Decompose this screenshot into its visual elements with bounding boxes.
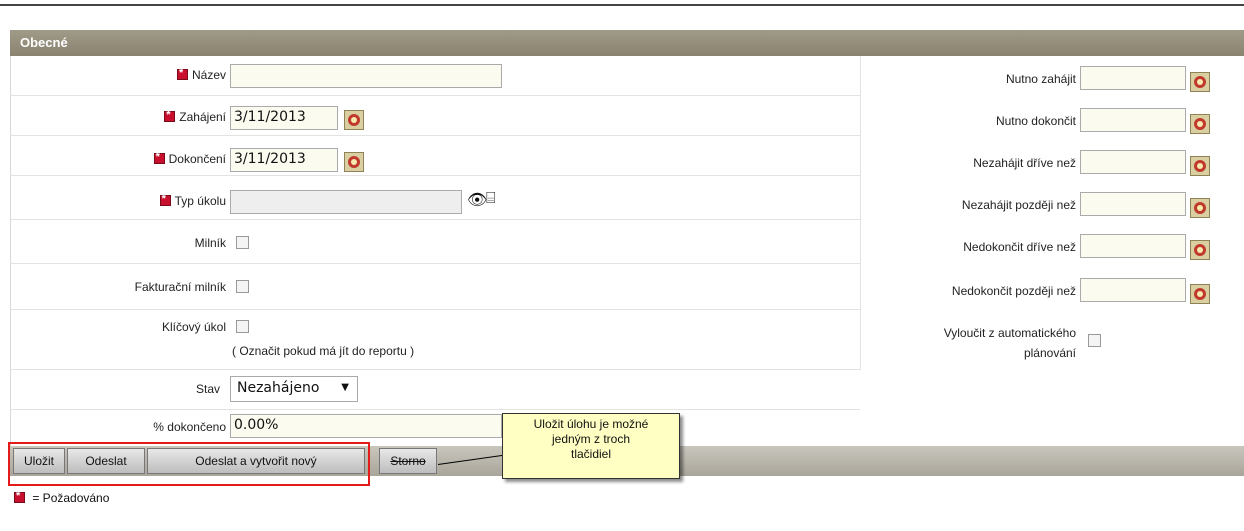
klicovy-ukol-hint: ( Označit pokud má jít do reportu ) [232,344,415,358]
nazev-input[interactable] [230,64,502,88]
top-divider [0,4,1244,6]
dokonceni-date-input[interactable]: 3/11/2013 [230,148,338,172]
required-marker-icon [176,67,188,80]
required-marker-icon [159,193,171,206]
stav-select-value: Nezahájeno [237,380,320,396]
dokonceno-input[interactable]: 0.00% [230,414,502,438]
required-marker-icon [153,151,165,164]
label-stav: Stav [195,382,220,396]
nedokoncit-drive-input[interactable] [1080,234,1186,258]
vyloucit-checkbox[interactable] [1088,334,1101,347]
calendar-icon[interactable] [1190,198,1210,218]
section-header: Obecné [10,30,1244,56]
callout-note: Uložit úlohu je možné jedným z troch tla… [502,413,680,479]
label-nutno-dokoncit: Nutno dokončit [995,114,1076,128]
label-vyloucit-line2: plánování [1023,346,1076,360]
cancel-button[interactable]: Storno [379,448,437,474]
callout-line1: Uložit úlohu je možné [533,417,649,431]
callout-line2: jedným z troch [551,432,631,446]
label-vyloucit-line1: Vyloučit z automatického [943,326,1076,340]
trash-icon[interactable]: ⌸ [486,190,496,208]
label-klicovy-ukol: Klíčový úkol [161,320,226,334]
label-dokonceni: Dokončení [100,151,226,166]
nezahajit-drive-input[interactable] [1080,150,1186,174]
calendar-icon[interactable] [1190,284,1210,304]
calendar-icon[interactable] [1190,240,1210,260]
calendar-icon[interactable] [1190,156,1210,176]
label-nutno-zahajit: Nutno zahájit [1005,72,1076,86]
calendar-icon[interactable] [1190,72,1210,92]
calendar-icon[interactable] [344,152,364,172]
required-marker-icon [14,490,25,503]
nezahajit-pozdeji-input[interactable] [1080,192,1186,216]
label-zahajeni: Zahájení [100,109,226,124]
zahajeni-date-input[interactable]: 3/11/2013 [230,106,338,130]
calendar-icon[interactable] [344,110,364,130]
nutno-dokoncit-input[interactable] [1080,108,1186,132]
highlight-box [8,442,370,486]
fakturacni-milnik-checkbox[interactable] [236,280,249,293]
label-fakturacni-milnik: Fakturační milník [134,280,226,294]
label-nezahajit-pozdeji: Nezahájit později než [961,198,1076,212]
typ-ukolu-input[interactable] [230,190,462,214]
label-nazev: Název [100,67,226,82]
callout-line3: tlačidiel [570,447,612,461]
nedokoncit-pozdeji-input[interactable] [1080,278,1186,302]
label-milnik: Milník [194,236,226,250]
label-nedokoncit-drive: Nedokončit dříve než [963,240,1076,254]
required-marker-icon [164,109,176,122]
nutno-zahajit-input[interactable] [1080,66,1186,90]
binoculars-icon[interactable]: 👁 [467,190,487,210]
legend-text: = Požadováno [32,491,110,505]
calendar-icon[interactable] [1190,114,1210,134]
label-dokonceno: % dokončeno [153,420,226,434]
label-nezahajit-drive: Nezahájit dříve než [973,156,1076,170]
klicovy-ukol-checkbox[interactable] [236,320,249,333]
row-klicovy-ukol [10,310,860,370]
stav-select[interactable]: Nezahájeno ▼ [230,376,358,402]
required-legend: = Požadováno [14,490,110,505]
right-column [860,56,1244,370]
label-typ-ukolu: Typ úkolu [100,193,226,208]
milnik-checkbox[interactable] [236,236,249,249]
chevron-down-icon: ▼ [341,382,349,393]
label-nedokoncit-pozdeji: Nedokončit později než [951,284,1076,298]
